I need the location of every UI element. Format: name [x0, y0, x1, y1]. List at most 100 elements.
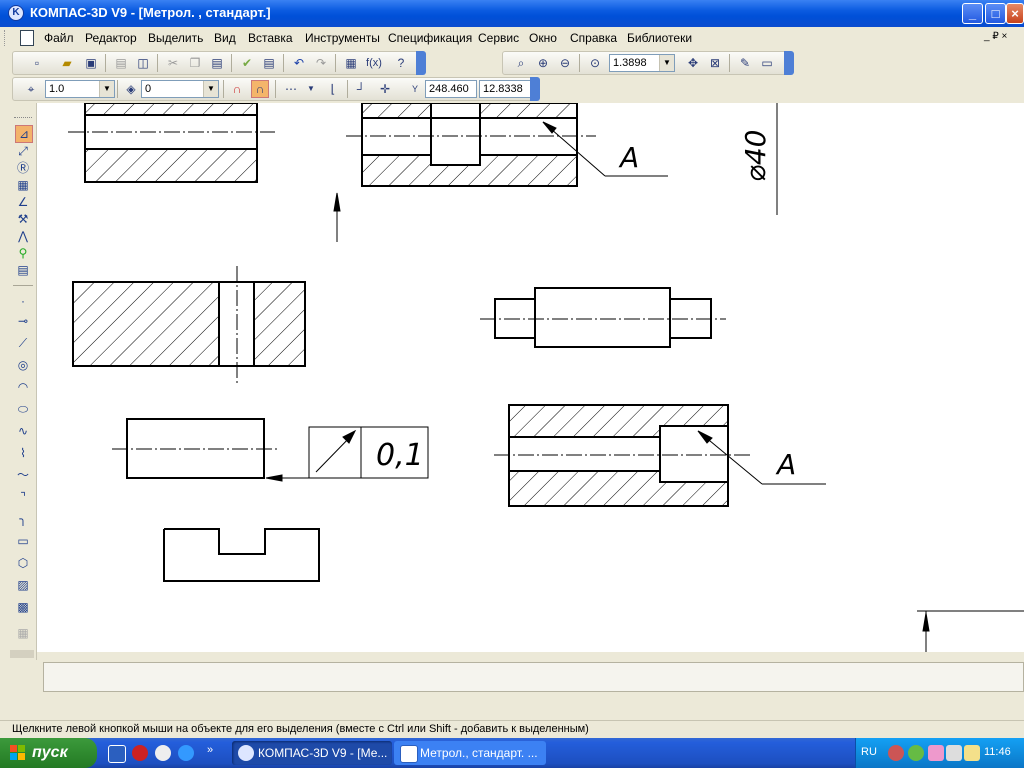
part-section-hatched-block[interactable] — [72, 266, 306, 384]
print-preview-icon[interactable]: ◫ — [135, 55, 151, 71]
context-help-icon[interactable]: ? — [393, 55, 409, 71]
part-section-bottom-right[interactable] — [494, 404, 752, 507]
ortho-mode-icon[interactable]: ┘ — [353, 81, 369, 97]
grid-icon[interactable]: ⋯ — [283, 81, 299, 97]
segment-tool-icon[interactable]: ⟋ — [15, 335, 31, 351]
cursor-coordinates-icon[interactable]: ✛ — [377, 81, 393, 97]
kompas-app-icon[interactable]: K — [8, 5, 24, 21]
macro-element-icon[interactable]: ▩ — [15, 599, 31, 615]
minimize-button[interactable]: _ — [962, 3, 983, 24]
tolerance-value[interactable]: 0,1 — [376, 438, 424, 473]
associative-views-icon[interactable]: ⚲ — [15, 245, 31, 261]
refresh-image-icon[interactable]: ✎ — [737, 55, 753, 71]
bezier-tool-icon[interactable]: ⌇ — [15, 445, 31, 461]
zoom-scale-icon[interactable]: ⊙ — [587, 55, 603, 71]
snap-toggle-icon[interactable]: ∩ — [251, 80, 269, 98]
task-word-document[interactable]: Метрол., стандарт. ... — [394, 741, 546, 765]
geometry-panel-icon[interactable]: ⊿ — [15, 125, 33, 143]
zoom-window-icon[interactable]: ⌕ — [513, 55, 529, 71]
menu-tools[interactable]: Инструменты — [305, 31, 380, 45]
zoom-scale-field[interactable]: 1.3898 ▼ — [609, 54, 675, 72]
paste-icon[interactable]: ▤ — [209, 55, 225, 71]
view-arrow[interactable] — [333, 192, 341, 242]
spline-tool-icon[interactable]: ∿ — [15, 423, 31, 439]
save-icon[interactable]: ▣ — [83, 55, 99, 71]
part-section-top-middle[interactable] — [346, 103, 596, 187]
zoom-in-icon[interactable]: ⊕ — [535, 55, 551, 71]
chevron-down-icon[interactable]: ▼ — [659, 55, 674, 71]
measure-panel-icon[interactable]: ⚒ — [15, 211, 31, 227]
display-mode-icon[interactable]: ▭ — [759, 55, 775, 71]
title-bar[interactable]: K КОМПАС-3D V9 - [Метрол. , стандарт.] _… — [0, 0, 1024, 27]
coordinate-y-field[interactable]: 12.8338 — [479, 80, 531, 98]
chevron-down-icon[interactable]: ▼ — [203, 81, 218, 97]
network-tray-icon[interactable] — [908, 745, 924, 761]
menu-window[interactable]: Окно — [529, 31, 557, 45]
chamfer-tool-icon[interactable]: ⌝ — [15, 489, 31, 505]
redo-icon[interactable]: ↷ — [313, 55, 329, 71]
toolbar-overflow[interactable] — [416, 51, 426, 75]
copy-icon[interactable]: ❐ — [187, 55, 203, 71]
line-scale-field[interactable]: 1.0 ▼ — [45, 80, 115, 98]
toolbar-overflow[interactable] — [530, 77, 540, 101]
designations-panel-icon[interactable]: Ⓡ — [15, 160, 31, 176]
select-panel-icon[interactable]: ⋀ — [15, 228, 31, 244]
dimension-partial[interactable] — [917, 610, 1024, 652]
diameter-label[interactable]: ⌀40 — [739, 130, 772, 183]
layer-icon[interactable]: ◈ — [123, 81, 139, 97]
document-icon[interactable] — [20, 30, 34, 46]
snap-magnet-icon[interactable]: ∩ — [229, 81, 245, 97]
polygon-tool-icon[interactable]: ⬡ — [15, 555, 31, 571]
drawing-canvas[interactable]: A A ⌀40 0,1 — [37, 103, 1024, 652]
cut-icon[interactable]: ✂ — [165, 55, 181, 71]
pan-icon[interactable]: ✥ — [685, 55, 701, 71]
parametrization-panel-icon[interactable]: ∠ — [15, 194, 31, 210]
edit-panel-icon[interactable]: ▦ — [15, 177, 31, 193]
menu-help[interactable]: Справка — [570, 31, 617, 45]
undo-icon[interactable]: ↶ — [291, 55, 307, 71]
properties-area[interactable] — [43, 662, 1024, 692]
local-coordinate-system-icon[interactable]: ⌊ — [325, 81, 341, 97]
specification-panel-icon[interactable]: ▤ — [15, 262, 31, 278]
rectangle-tool-icon[interactable]: ▭ — [15, 533, 31, 549]
circle-tool-icon[interactable]: ◎ — [15, 357, 31, 373]
desktop-quicklaunch-icon[interactable] — [155, 745, 171, 761]
menu-insert[interactable]: Вставка — [248, 31, 293, 45]
point-tool-icon[interactable]: · — [15, 293, 31, 309]
properties-brush-icon[interactable]: ✔ — [239, 55, 255, 71]
label-a-bottom[interactable]: A — [775, 448, 796, 481]
antivirus-tray-icon[interactable] — [928, 745, 944, 761]
auxiliary-line-icon[interactable]: ⊸ — [15, 313, 31, 329]
grip-handle[interactable] — [14, 117, 32, 120]
menu-libraries[interactable]: Библиотеки — [627, 31, 692, 45]
task-kompas[interactable]: КОМПАС-3D V9 - [Ме... — [232, 741, 392, 765]
arc-tool-icon[interactable]: ◠ — [15, 379, 31, 395]
menu-view[interactable]: Вид — [214, 31, 236, 45]
media-quicklaunch-icon[interactable] — [132, 745, 148, 761]
menu-select[interactable]: Выделить — [148, 31, 203, 45]
part-section-top-left[interactable] — [68, 103, 275, 183]
ellipse-tool-icon[interactable]: ⬭ — [15, 401, 31, 417]
internet-explorer-icon[interactable] — [178, 745, 194, 761]
language-indicator[interactable]: RU — [861, 746, 877, 758]
word-quicklaunch-icon[interactable] — [108, 745, 126, 763]
current-layer-field[interactable]: 0 ▼ — [141, 80, 219, 98]
zoom-out-icon[interactable]: ⊖ — [557, 55, 573, 71]
menu-service[interactable]: Сервис — [478, 31, 519, 45]
polyline-tool-icon[interactable]: 〜 — [15, 467, 31, 483]
cursor-step-icon[interactable]: ⌖ — [23, 81, 39, 97]
toolbar-overflow[interactable] — [784, 51, 794, 75]
chevron-down-icon[interactable]: ▼ — [99, 81, 114, 97]
fillet-tool-icon[interactable]: ╮ — [15, 511, 31, 527]
new-document-icon[interactable]: ▫ — [29, 55, 45, 71]
calculator-icon[interactable]: ▦ — [343, 55, 359, 71]
label-a-top[interactable]: A — [618, 141, 639, 174]
part-rectangle-tolerance[interactable] — [112, 418, 309, 482]
start-button[interactable]: пуск — [0, 738, 97, 768]
part-stepped-shaft[interactable] — [480, 287, 726, 348]
part-slot-profile[interactable] — [163, 528, 320, 582]
print-icon[interactable]: ▤ — [113, 55, 129, 71]
close-button[interactable]: × — [1006, 3, 1024, 24]
show-all-icon[interactable]: ⊠ — [707, 55, 723, 71]
menu-specification[interactable]: Спецификация — [388, 31, 472, 45]
